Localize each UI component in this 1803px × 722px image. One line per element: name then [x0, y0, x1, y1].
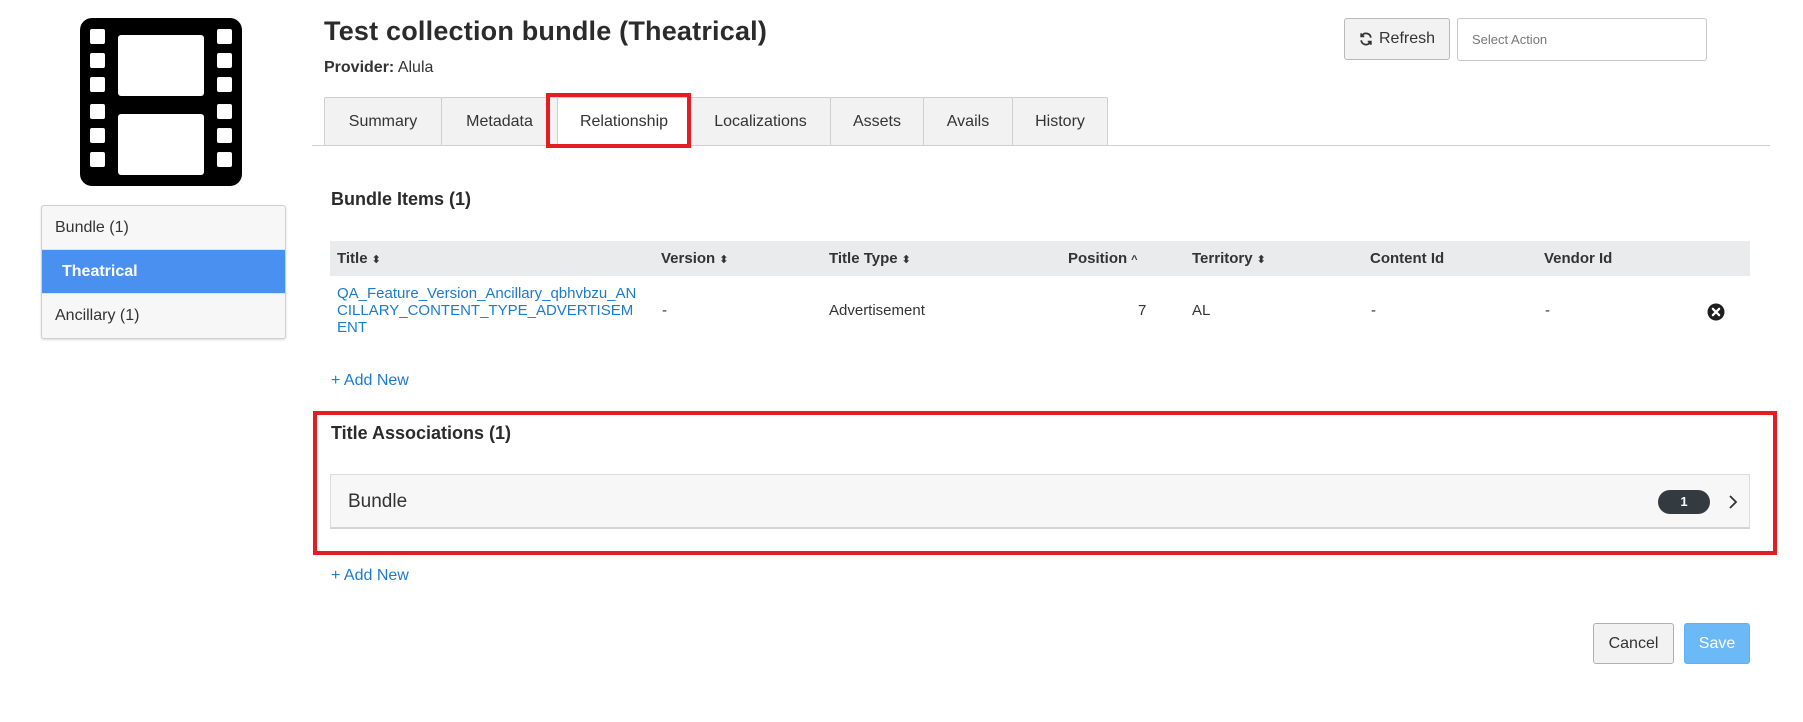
column-header-title[interactable]: Title ⬍	[337, 241, 381, 276]
bundle-item-vendor-id: -	[1545, 302, 1550, 319]
sort-icon: ⬍	[371, 254, 381, 266]
association-label: Bundle	[348, 491, 408, 512]
tab-divider	[312, 145, 1770, 146]
association-count-badge: 1	[1658, 490, 1710, 514]
column-header-title-type[interactable]: Title Type ⬍	[829, 241, 911, 276]
sort-icon: ⬍	[719, 254, 729, 266]
tab-relationship[interactable]: Relationship	[557, 97, 691, 146]
column-header-version[interactable]: Version ⬍	[661, 241, 728, 276]
select-action-dropdown[interactable]: Select Action	[1457, 18, 1707, 61]
column-header-territory[interactable]: Territory ⬍	[1192, 241, 1266, 276]
column-header-position[interactable]: Position ^	[1068, 241, 1138, 276]
tab-avails[interactable]: Avails	[923, 97, 1013, 146]
sort-asc-icon: ^	[1131, 254, 1138, 266]
tab-summary[interactable]: Summary	[324, 97, 442, 146]
cancel-button[interactable]: Cancel	[1593, 623, 1674, 664]
tab-metadata[interactable]: Metadata	[441, 97, 558, 146]
tab-history[interactable]: History	[1012, 97, 1108, 146]
remove-circle-icon[interactable]	[1707, 303, 1725, 321]
sidebar-item-bundle[interactable]: Bundle (1)	[42, 206, 285, 250]
provider-info: Provider: Alula	[324, 59, 433, 77]
title-associations-heading: Title Associations (1)	[331, 423, 512, 443]
tab-localizations[interactable]: Localizations	[690, 97, 831, 146]
refresh-button[interactable]: Refresh	[1344, 18, 1450, 60]
title-association-row[interactable]: Bundle 1	[330, 474, 1750, 529]
refresh-icon	[1360, 32, 1372, 46]
bundle-item-position: 7	[1138, 302, 1147, 319]
add-bundle-item-link[interactable]: + Add New	[331, 372, 409, 390]
bundle-item-content-id: -	[1371, 302, 1376, 319]
film-strip-icon	[80, 18, 242, 186]
add-title-association-link[interactable]: + Add New	[331, 567, 409, 585]
bundle-items-heading: Bundle Items (1)	[331, 189, 472, 209]
tab-assets[interactable]: Assets	[830, 97, 924, 146]
bundle-item-title-link[interactable]: QA_Feature_Version_Ancillary_qbhvbzu_ANC…	[337, 285, 643, 336]
bundle-item-version: -	[662, 302, 667, 319]
refresh-label: Refresh	[1378, 30, 1436, 47]
tab-bar: Summary Metadata Relationship Localizati…	[324, 97, 1108, 146]
save-button[interactable]: Save	[1684, 623, 1750, 664]
page-title: Test collection bundle (Theatrical)	[324, 16, 768, 46]
column-header-vendor-id: Vendor Id	[1544, 250, 1613, 267]
bundle-items-table-header: Title ⬍ Version ⬍ Title Type ⬍ Position ^ Te…	[330, 241, 1750, 276]
column-header-content-id: Content Id	[1370, 250, 1445, 267]
sidebar-item-theatrical[interactable]: Theatrical	[42, 250, 285, 294]
title-type-nav: Bundle (1) Theatrical Ancillary (1)	[41, 205, 286, 339]
sidebar-item-ancillary[interactable]: Ancillary (1)	[42, 294, 285, 338]
sort-icon: ⬍	[901, 254, 911, 266]
provider-label: Provider:	[324, 59, 395, 76]
provider-value: Alula	[397, 59, 434, 76]
sort-icon: ⬍	[1256, 254, 1266, 266]
bundle-item-territory: AL	[1192, 302, 1211, 319]
chevron-right-icon[interactable]	[1727, 492, 1739, 512]
bundle-item-title-type: Advertisement	[829, 302, 925, 319]
